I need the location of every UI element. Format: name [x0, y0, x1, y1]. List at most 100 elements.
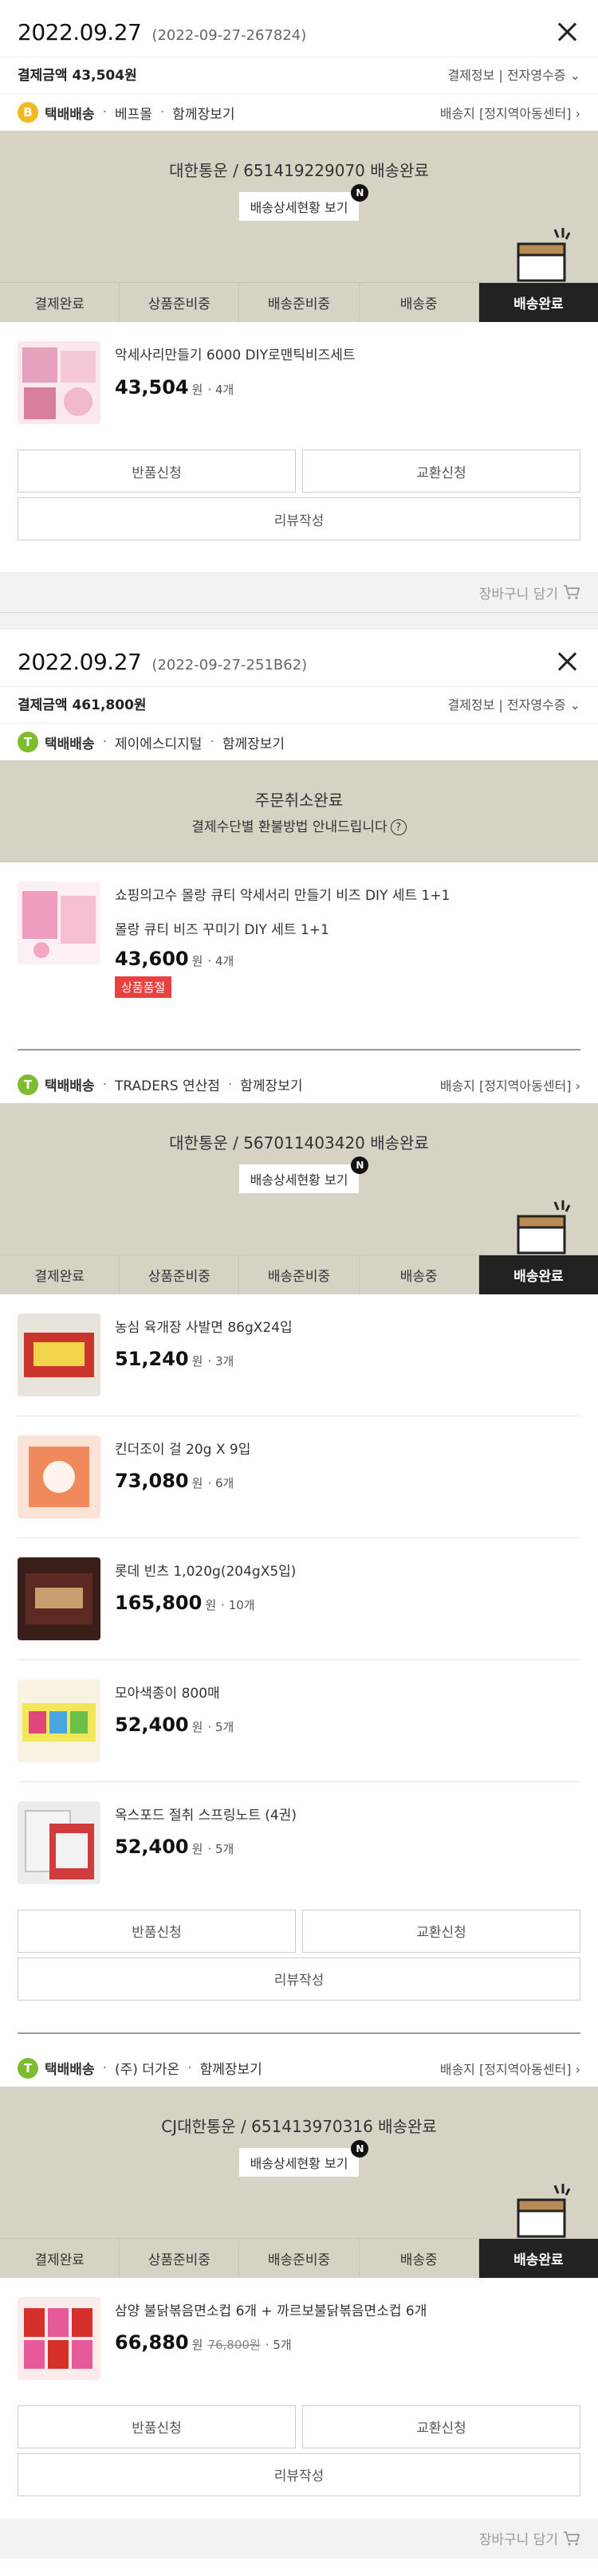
product-item[interactable]: 삼양 불닭볶음면소컵 6개 + 까르보불닭볶음면소컵 6개 66,880 원 7… [0, 2278, 598, 2399]
product-quantity: · 5개 [265, 2338, 292, 2352]
order-card: 2022.09.27 (2022-09-27-251B62) 결제금액 461,… [0, 630, 598, 2558]
together-shopping-link[interactable]: 함께장보기 [240, 1074, 302, 1094]
help-icon[interactable]: ? [390, 819, 407, 835]
product-item[interactable]: 킨더조이 걸 20g X 9입 73,080 원 · 6개 [0, 1416, 598, 1537]
product-name[interactable]: 모아색종이 800매 [115, 1684, 234, 1705]
track-detail-button[interactable]: 배송상세현황 보기 N [238, 2139, 369, 2177]
payment-amount: 결제금액 43,504원 [18, 68, 137, 84]
product-price: 52,400 [115, 1836, 189, 1858]
product-quantity: · 5개 [207, 1720, 234, 1734]
payment-info-link[interactable]: 결제정보 [447, 68, 494, 83]
product-item[interactable]: 롯데 빈츠 1,020g(204gX5입) 165,800 원 · 10개 [0, 1538, 598, 1659]
write-review-button[interactable]: 리뷰작성 [18, 497, 580, 540]
product-quantity: · 4개 [207, 382, 234, 397]
shipment-header: T 택배배송 · 제이에스디지털 · 함께장보기 [0, 723, 598, 760]
delivery-address-link[interactable]: 배송지 [정지역아동센터] › [440, 1075, 580, 1094]
delivery-box-icon [517, 1200, 571, 1254]
delivery-address-link[interactable]: 배송지 [정지역아동센터] › [440, 2059, 580, 2078]
product-quantity: · 5개 [207, 1842, 234, 1856]
order-date: 2022.09.27 [18, 19, 142, 45]
product-name[interactable]: 옥스포드 절취 스프링노트 (4권) [115, 1806, 297, 1827]
return-request-button[interactable]: 반품신청 [18, 2405, 296, 2448]
seller-name: (주) 더가온 [114, 2062, 180, 2078]
product-price: 43,600 [115, 947, 189, 970]
delivery-progress: 결제완료 상품준비중 배송준비중 배송중 배송완료 [0, 1254, 598, 1294]
add-to-cart-button[interactable]: 장바구니 담기 [0, 2518, 598, 2558]
product-thumbnail [18, 882, 100, 964]
together-shopping-link[interactable]: 함께장보기 [172, 103, 234, 123]
payment-row: 결제금액 43,504원 결제정보 | 전자영수증 ⌄ [0, 57, 598, 93]
shipping-type: 택배배송 [45, 106, 95, 123]
add-to-cart-button[interactable]: 장바구니 담기 [0, 572, 598, 612]
track-detail-button[interactable]: 배송상세현황 보기 N [238, 1156, 369, 1193]
delivery-box-icon [517, 228, 571, 282]
together-shopping-link[interactable]: 함께장보기 [222, 732, 285, 752]
seller-name: TRADERS 연산점 [114, 1078, 220, 1094]
product-name[interactable]: 킨더조이 걸 20g X 9입 [115, 1440, 250, 1461]
write-review-button[interactable]: 리뷰작성 [18, 1957, 580, 2001]
product-name[interactable]: 롯데 빈츠 1,020g(204gX5입) [115, 1562, 296, 1583]
product-thumbnail [18, 1557, 100, 1640]
new-badge: N [351, 184, 369, 202]
soldout-badge: 상품품절 [115, 976, 172, 998]
cancel-title: 주문취소완료 [254, 791, 344, 810]
section-gap [0, 612, 598, 630]
cart-icon [564, 2531, 580, 2546]
close-icon[interactable] [555, 650, 580, 675]
product-price: 73,080 [115, 1470, 189, 1492]
track-detail-button[interactable]: 배송상세현황 보기 N [238, 184, 369, 221]
step-delivered: 배송완료 [478, 1255, 598, 1294]
product-name[interactable]: 농심 육개장 사발면 86gX24입 [115, 1318, 293, 1339]
cart-icon [564, 585, 580, 599]
write-review-button[interactable]: 리뷰작성 [18, 2452, 580, 2496]
refund-guide-link[interactable]: 결제수단별 환불방법 안내드립니다? [0, 815, 598, 835]
product-name[interactable]: 삼양 불닭볶음면소컵 6개 + 까르보불닭볶음면소컵 6개 [115, 2302, 427, 2323]
product-thumbnail [18, 2296, 100, 2380]
exchange-request-button[interactable]: 교환신청 [302, 1909, 580, 1953]
seller-name: 베프몰 [114, 106, 152, 123]
product-name[interactable]: 쇼핑의고수 몰랑 큐티 악세서리 만들기 비즈 DIY 세트 1+1 [115, 886, 450, 907]
delivery-address-link[interactable]: 배송지 [정지역아동센터] › [440, 103, 580, 122]
seller-badge-icon: T [18, 1074, 38, 1095]
step-paid: 결제완료 [0, 2238, 120, 2278]
product-thumbnail [18, 1313, 100, 1396]
delivery-box-icon [517, 2183, 571, 2237]
payment-info-link[interactable]: 결제정보 [447, 697, 494, 713]
shipment-header: T 택배배송 · TRADERS 연산점 · 함께장보기 배송지 [정지역아동센… [0, 1066, 598, 1103]
step-preparing: 상품준비중 [120, 1255, 240, 1294]
order-date: 2022.09.27 [18, 649, 142, 675]
shipment-divider [18, 1048, 580, 1050]
product-thumbnail [18, 1679, 100, 1762]
product-price: 66,880 [115, 2331, 189, 2354]
product-name[interactable]: 악세사리만들기 6000 DIY로맨틱비즈세트 [115, 346, 356, 367]
exchange-request-button[interactable]: 교환신청 [302, 2405, 580, 2448]
exchange-request-button[interactable]: 교환신청 [302, 450, 580, 493]
return-request-button[interactable]: 반품신청 [18, 450, 296, 493]
product-item[interactable]: 모아색종이 800매 52,400 원 · 5개 [0, 1660, 598, 1781]
step-shipping: 배송중 [359, 1255, 479, 1294]
together-shopping-link[interactable]: 함께장보기 [200, 2058, 262, 2078]
product-quantity: · 10개 [221, 1598, 255, 1612]
product-item[interactable]: 농심 육개장 사발면 86gX24입 51,240 원 · 3개 [0, 1294, 598, 1416]
product-item[interactable]: 옥스포드 절취 스프링노트 (4권) 52,400 원 · 5개 [0, 1782, 598, 1903]
receipt-link[interactable]: 전자영수증 [507, 68, 566, 83]
step-shipping: 배송중 [359, 2238, 479, 2278]
order-number: (2022-09-27-267824) [151, 27, 307, 44]
product-item[interactable]: 쇼핑의고수 몰랑 큐티 악세서리 만들기 비즈 DIY 세트 1+1 몰랑 큐티… [0, 862, 598, 1017]
shipment-header: B 택배배송 · 베프몰 · 함께장보기 배송지 [정지역아동센터] › [0, 93, 598, 131]
product-quantity: · 6개 [207, 1476, 234, 1490]
carrier-status: 대한통운 / 651419229070 배송완료 [169, 161, 429, 180]
order-card: 2022.09.27 (2022-09-27-267824) 결제금액 43,5… [0, 0, 598, 612]
payment-amount: 결제금액 461,800원 [18, 697, 147, 713]
order-actions: 반품신청 교환신청 리뷰작성 [0, 1903, 598, 2032]
receipt-link[interactable]: 전자영수증 [507, 697, 566, 713]
product-price: 165,800 [115, 1592, 203, 1614]
product-thumbnail [18, 341, 100, 424]
shipping-type: 택배배송 [45, 1078, 95, 1094]
product-item[interactable]: 악세사리만들기 6000 DIY로맨틱비즈세트 43,504 원 · 4개 [0, 322, 598, 443]
close-icon[interactable] [555, 20, 580, 45]
product-thumbnail [18, 1435, 100, 1518]
product-quantity: · 4개 [207, 953, 234, 968]
original-price: 76,800원 [207, 2338, 261, 2352]
return-request-button[interactable]: 반품신청 [18, 1909, 296, 1953]
